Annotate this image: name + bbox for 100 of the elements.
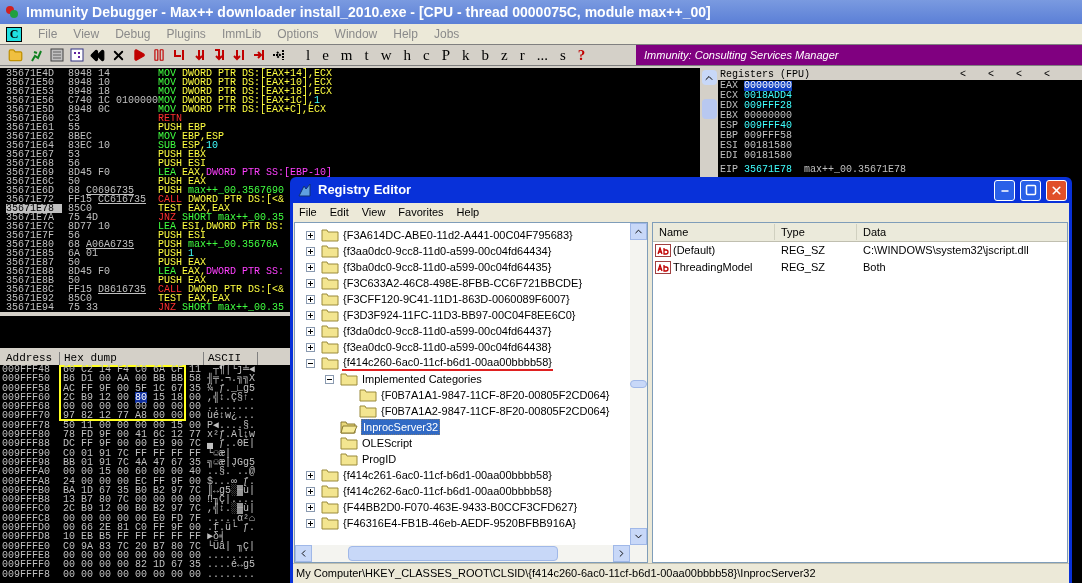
- tree-item[interactable]: {F44BB2D0-F070-463E-9433-B0CCF3CFD627}: [342, 500, 579, 514]
- collapse-box[interactable]: [324, 374, 334, 384]
- register-value[interactable]: 0018ADD4: [744, 91, 792, 101]
- address-cell[interactable]: 35671E56: [6, 96, 62, 105]
- address-cell[interactable]: 35671E7F: [6, 231, 62, 240]
- cpu-window-icon[interactable]: C: [6, 26, 22, 42]
- address-cell[interactable]: 35671E67: [6, 150, 62, 159]
- address-cell[interactable]: 35671E72: [6, 195, 62, 204]
- register-value[interactable]: 00000000: [744, 111, 792, 121]
- expand-box[interactable]: [305, 230, 315, 240]
- grid-window-icon[interactable]: [70, 48, 84, 62]
- run-icon[interactable]: [132, 48, 146, 62]
- address-cell[interactable]: 35671E88: [6, 267, 62, 276]
- address-cell[interactable]: 35671E85: [6, 249, 62, 258]
- address-cell[interactable]: 35671E8C: [6, 285, 62, 294]
- tree-item[interactable]: {f3ba0dc0-9cc8-11d0-a599-00c04fd64435}: [342, 260, 553, 274]
- toolbar-letter-button[interactable]: s: [559, 43, 566, 67]
- toolbar-letter-button[interactable]: k: [462, 43, 470, 67]
- toolbar-letter-button[interactable]: e: [322, 43, 329, 67]
- tree-item[interactable]: {f414c260-6ac0-11cf-b6d1-00aa00bbbb58}: [342, 355, 553, 371]
- toolbar-letter-button[interactable]: r: [519, 43, 525, 67]
- register-value[interactable]: 009FFF40: [744, 121, 792, 131]
- tree-item[interactable]: {f3aa0dc0-9cc8-11d0-a599-00c04fd64434}: [342, 244, 553, 258]
- toolbar-letter-button[interactable]: b: [481, 43, 490, 67]
- rewind-icon[interactable]: [90, 47, 105, 63]
- tree-item[interactable]: {F3D3F924-11FC-11D3-BB97-00C04F8EE6C0}: [342, 308, 577, 322]
- expand-box[interactable]: [305, 262, 315, 272]
- column-arrow[interactable]: <: [1044, 66, 1072, 82]
- minimize-button[interactable]: [994, 179, 1015, 201]
- tree-item[interactable]: InprocServer32: [361, 419, 441, 435]
- register-value[interactable]: 35671E78: [744, 165, 804, 175]
- address-cell[interactable]: 35671E78: [6, 204, 62, 213]
- expand-box[interactable]: [305, 518, 315, 528]
- expand-box[interactable]: [305, 246, 315, 256]
- expand-box[interactable]: [305, 486, 315, 496]
- tree-item[interactable]: ProgID: [361, 452, 398, 466]
- value-name[interactable]: (Default): [673, 242, 716, 259]
- toolbar-letter-button[interactable]: c: [423, 43, 430, 67]
- address-cell[interactable]: 35671E94: [6, 303, 62, 312]
- address-cell[interactable]: 35671E50: [6, 78, 62, 87]
- expand-box[interactable]: [305, 502, 315, 512]
- column-arrow[interactable]: <: [988, 66, 1016, 82]
- tree-item[interactable]: {f3ea0dc0-9cc8-11d0-a599-00c04fd64438}: [342, 340, 553, 354]
- column-header[interactable]: Type: [775, 223, 857, 241]
- address-cell[interactable]: 35671E69: [6, 168, 62, 177]
- address-cell[interactable]: 35671E92: [6, 294, 62, 303]
- tree-item[interactable]: {F46316E4-FB1B-46eb-AEDF-9520BFBB916A}: [342, 516, 577, 530]
- toolbar-letter-button[interactable]: P: [441, 43, 451, 67]
- toolbar-letter-button[interactable]: ?: [577, 43, 586, 67]
- address-cell[interactable]: 35671E64: [6, 141, 62, 150]
- address-cell[interactable]: 35671E7C: [6, 222, 62, 231]
- tree-item[interactable]: {F0B7A1A1-9847-11CF-8F20-00805F2CD064}: [380, 388, 611, 402]
- toolbar-letter-button[interactable]: l: [306, 43, 311, 67]
- scroll-up-button[interactable]: [701, 70, 717, 85]
- column-header[interactable]: Name: [653, 223, 775, 241]
- expand-box[interactable]: [305, 342, 315, 352]
- trace-icon[interactable]: [272, 48, 286, 62]
- step-over-icon[interactable]: [192, 48, 206, 62]
- column-header[interactable]: Data: [857, 223, 1067, 241]
- address-cell[interactable]: 35671E61: [6, 123, 62, 132]
- column-header[interactable]: Address: [0, 352, 60, 365]
- scroll-thumb[interactable]: [701, 99, 717, 119]
- tree-item[interactable]: {F3A614DC-ABE0-11d2-A441-00C04F795683}: [342, 228, 574, 242]
- value-name[interactable]: ThreadingModel: [673, 259, 753, 276]
- register-value[interactable]: 00181580: [744, 151, 792, 161]
- menu-item[interactable]: View: [361, 204, 386, 221]
- tree-item[interactable]: {f3da0dc0-9cc8-11d0-a599-00c04fd64437}: [342, 324, 553, 338]
- toolbar-letter-button[interactable]: w: [380, 43, 392, 67]
- address-cell[interactable]: 35671E5D: [6, 105, 62, 114]
- column-arrow[interactable]: <: [1016, 66, 1044, 82]
- step-down-icon[interactable]: [232, 48, 246, 62]
- maximize-button[interactable]: [1020, 179, 1041, 201]
- register-value[interactable]: 009FFF28: [744, 101, 792, 111]
- tree-item[interactable]: {f414c261-6ac0-11cf-b6d1-00aa00bbbb58}: [342, 468, 553, 482]
- address-cell[interactable]: 35671E8B: [6, 276, 62, 285]
- toolbar-letter-button[interactable]: z: [501, 43, 508, 67]
- tree-item[interactable]: {F0B7A1A2-9847-11CF-8F20-00805F2CD064}: [380, 404, 611, 418]
- expand-box[interactable]: [305, 310, 315, 320]
- toolbar-letter-button[interactable]: h: [403, 43, 412, 67]
- column-header[interactable]: Hex dump: [60, 352, 204, 365]
- expand-box[interactable]: [305, 326, 315, 336]
- tree-item[interactable]: OLEScript: [361, 436, 414, 450]
- step-icon[interactable]: [212, 48, 226, 62]
- tree-item[interactable]: {F3CFF120-9C41-11D1-863D-0060089F6007}: [342, 292, 571, 306]
- close-button[interactable]: [1046, 179, 1067, 201]
- register-value[interactable]: 009FFF58: [744, 131, 792, 141]
- address-cell[interactable]: 35671E6C: [6, 177, 62, 186]
- register-value[interactable]: 00000000: [744, 81, 792, 91]
- expand-box[interactable]: [305, 294, 315, 304]
- address-cell[interactable]: 35671E68: [6, 159, 62, 168]
- tree-item[interactable]: {F3C633A2-46C8-498E-8FBB-CC6F721BBCDE}: [342, 276, 584, 290]
- scroll-thumb[interactable]: [630, 380, 647, 388]
- expand-box[interactable]: [305, 470, 315, 480]
- toolbar-letter-button[interactable]: t: [364, 43, 369, 67]
- menu-item[interactable]: Help: [456, 204, 480, 221]
- address-cell[interactable]: 35671E60: [6, 114, 62, 123]
- return-icon[interactable]: [252, 48, 266, 62]
- menu-item[interactable]: Favorites: [398, 204, 444, 221]
- address-cell[interactable]: 35671E87: [6, 258, 62, 267]
- step-into-icon[interactable]: [172, 48, 186, 62]
